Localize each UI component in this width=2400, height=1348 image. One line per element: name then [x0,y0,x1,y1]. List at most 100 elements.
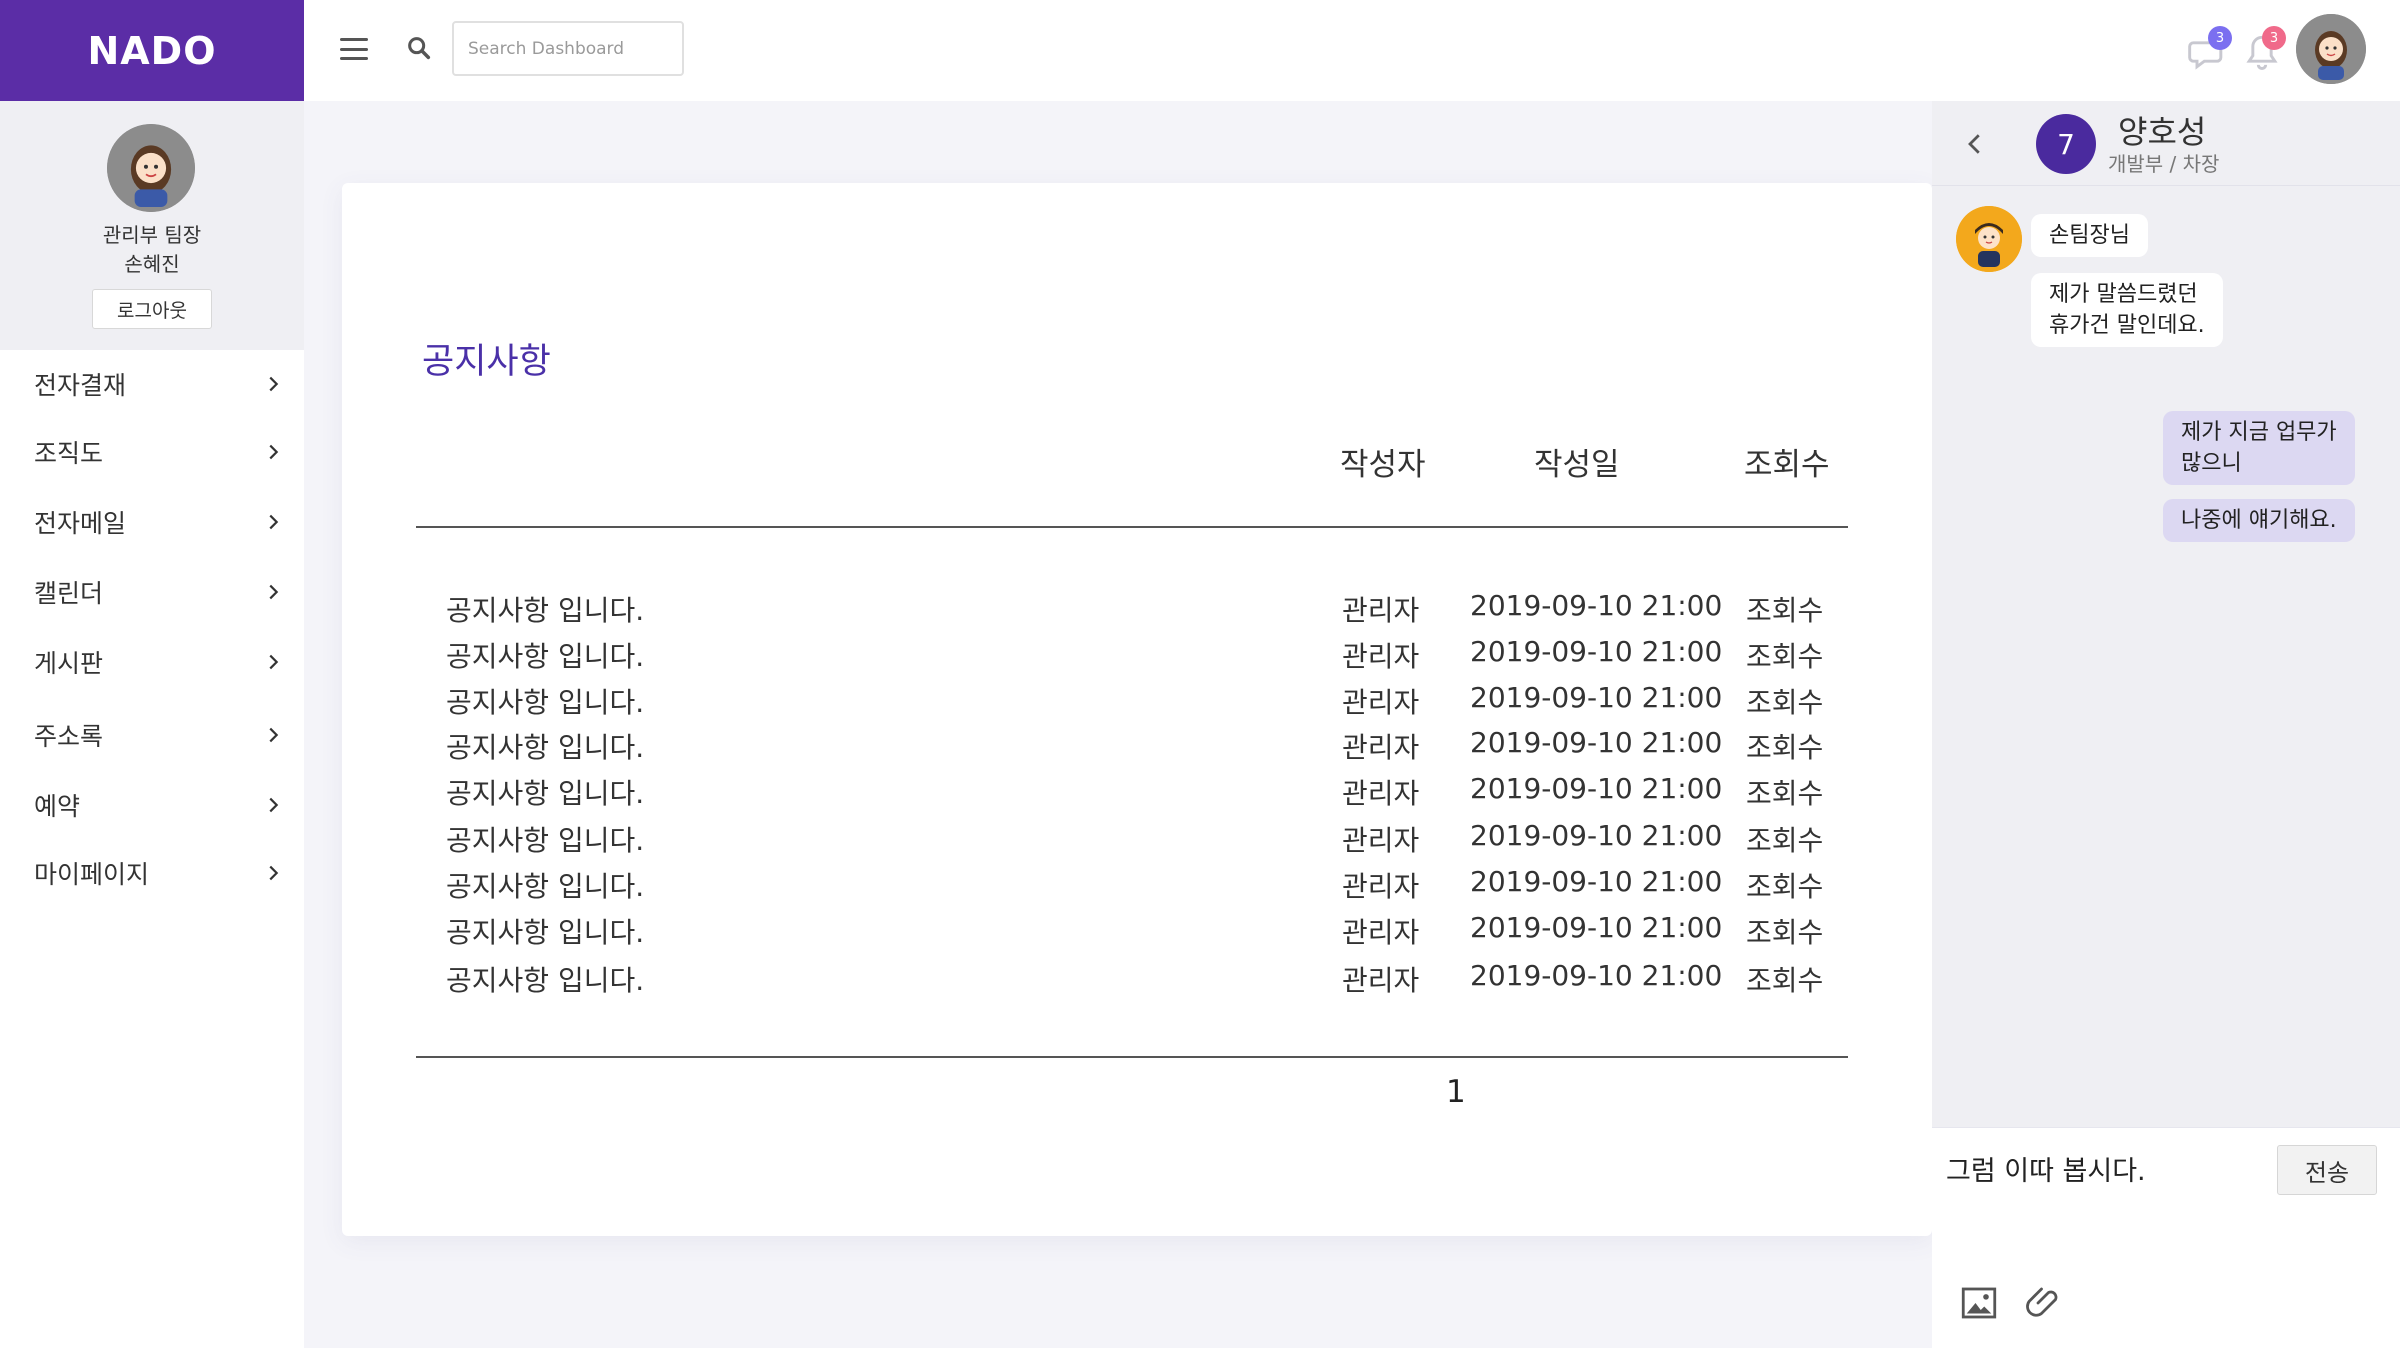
column-header-date: 작성일 [1534,447,1620,483]
sidebar-item-label: 전자결재 [34,371,127,400]
row-author: 관리자 [1342,824,1420,857]
sidebar-item-board[interactable]: 게시판 [0,634,304,690]
row-title[interactable]: 공지사항 입니다. [446,681,644,721]
profile-name: 손혜진 [124,252,180,276]
table-row[interactable]: 공지사항 입니다. 관리자 2019-09-10 21:00 조회수 [342,589,1932,629]
sidebar-item-label: 마이페이지 [34,860,150,889]
row-views: 조회수 [1746,594,1824,627]
row-views: 조회수 [1746,964,1824,997]
chevron-right-icon [269,444,279,460]
paperclip-icon[interactable] [2024,1282,2066,1324]
row-title[interactable]: 공지사항 입니다. [446,635,644,675]
table-row[interactable]: 공지사항 입니다. 관리자 2019-09-10 21:00 조회수 [342,911,1932,951]
table-row[interactable]: 공지사항 입니다. 관리자 2019-09-10 21:00 조회수 [342,819,1932,859]
sidebar-item-email[interactable]: 전자메일 [0,494,304,550]
row-title[interactable]: 공지사항 입니다. [446,911,644,951]
avatar-illustration-icon [107,124,195,212]
chevron-right-icon [269,727,279,743]
sidebar: 관리부 팀장 손혜진 로그아웃 전자결재 조직도 전자메일 캘린더 게시판 주소… [0,101,304,1348]
chat-header-divider [1932,185,2400,186]
chevron-right-icon [269,865,279,881]
search-input[interactable] [452,21,684,76]
row-title[interactable]: 공지사항 입니다. [446,959,644,999]
row-date: 2019-09-10 21:00 [1470,819,1723,852]
chat-message-input[interactable] [1946,1146,2256,1190]
row-date: 2019-09-10 21:00 [1470,865,1723,898]
chevron-left-icon[interactable] [1960,129,1990,159]
row-views: 조회수 [1746,686,1824,719]
row-title[interactable]: 공지사항 입니다. [446,865,644,905]
table-row[interactable]: 공지사항 입니다. 관리자 2019-09-10 21:00 조회수 [342,865,1932,905]
table-header-divider [416,526,1848,528]
row-title[interactable]: 공지사항 입니다. [446,819,644,859]
chat-compose-area: 전송 [1932,1127,2400,1348]
chevron-right-icon [269,376,279,392]
row-author: 관리자 [1342,777,1420,810]
row-date: 2019-09-10 21:00 [1470,772,1723,805]
row-views: 조회수 [1746,640,1824,673]
table-row[interactable]: 공지사항 입니다. 관리자 2019-09-10 21:00 조회수 [342,772,1932,812]
row-views: 조회수 [1746,824,1824,857]
row-views: 조회수 [1746,777,1824,810]
row-title[interactable]: 공지사항 입니다. [446,589,644,629]
sidebar-item-calendar[interactable]: 캘린더 [0,564,304,620]
chevron-right-icon [269,514,279,530]
table-row[interactable]: 공지사항 입니다. 관리자 2019-09-10 21:00 조회수 [342,635,1932,675]
sidebar-item-label: 예약 [34,792,81,821]
sidebar-item-address-book[interactable]: 주소록 [0,707,304,763]
logout-button[interactable]: 로그아웃 [92,289,212,329]
sidebar-item-reservation[interactable]: 예약 [0,777,304,833]
chevron-right-icon [269,584,279,600]
row-date: 2019-09-10 21:00 [1470,589,1723,622]
row-title[interactable]: 공지사항 입니다. [446,726,644,766]
pagination-page[interactable]: 1 [1446,1074,1466,1110]
row-date: 2019-09-10 21:00 [1470,681,1723,714]
sidebar-item-mypage[interactable]: 마이페이지 [0,845,304,901]
table-row[interactable]: 공지사항 입니다. 관리자 2019-09-10 21:00 조회수 [342,726,1932,766]
notice-card: 공지사항 작성자 작성일 조회수 공지사항 입니다. 관리자 2019-09-1… [342,183,1932,1236]
chat-message-incoming: 제가 말씀드렸던 휴가건 말인데요. [2031,273,2223,347]
menu-icon[interactable] [338,34,370,64]
sidebar-item-org-chart[interactable]: 조직도 [0,424,304,480]
row-author: 관리자 [1342,731,1420,764]
notifications-button[interactable]: 3 [2240,26,2286,74]
search-icon[interactable] [405,34,433,62]
sidebar-item-label: 전자메일 [34,509,127,538]
row-views: 조회수 [1746,870,1824,903]
row-author: 관리자 [1342,640,1420,673]
row-author: 관리자 [1342,916,1420,949]
avatar-illustration-icon [2296,14,2366,84]
messages-button[interactable]: 3 [2186,26,2232,74]
page-title: 공지사항 [422,342,551,382]
table-row[interactable]: 공지사항 입니다. 관리자 2019-09-10 21:00 조회수 [342,959,1932,999]
chat-partner-badge: 7 [2036,114,2096,174]
row-date: 2019-09-10 21:00 [1470,959,1723,992]
user-avatar[interactable] [2296,14,2366,84]
profile-panel: 관리부 팀장 손혜진 로그아웃 [0,101,304,350]
top-bar: NADO 3 3 [0,0,2400,101]
messages-badge: 3 [2208,26,2232,50]
table-footer-divider [416,1056,1848,1058]
row-title[interactable]: 공지사항 입니다. [446,772,644,812]
profile-role: 관리부 팀장 [102,223,202,247]
chat-partner-avatar [1956,206,2022,272]
column-header-author: 작성자 [1340,447,1426,483]
send-button[interactable]: 전송 [2277,1145,2377,1195]
row-author: 관리자 [1342,594,1420,627]
row-date: 2019-09-10 21:00 [1470,911,1723,944]
sidebar-item-label: 게시판 [34,649,104,678]
row-author: 관리자 [1342,870,1420,903]
image-attach-icon[interactable] [1958,1282,2000,1324]
profile-avatar [107,124,195,212]
table-row[interactable]: 공지사항 입니다. 관리자 2019-09-10 21:00 조회수 [342,681,1932,721]
row-views: 조회수 [1746,731,1824,764]
chat-message-incoming: 손팀장님 [2031,214,2148,257]
brand-logo[interactable]: NADO [0,0,304,101]
sidebar-item-approval[interactable]: 전자결재 [0,356,304,412]
avatar-illustration-icon [1956,206,2022,272]
chat-panel: 7 양호성 개발부 / 차장 손팀장님 제가 말씀드렸던 휴가건 말인데요. 제… [1932,101,2400,1348]
sidebar-item-label: 주소록 [34,722,104,751]
chat-partner-name: 양호성 [2118,113,2207,151]
row-views: 조회수 [1746,916,1824,949]
notifications-badge: 3 [2262,26,2286,50]
